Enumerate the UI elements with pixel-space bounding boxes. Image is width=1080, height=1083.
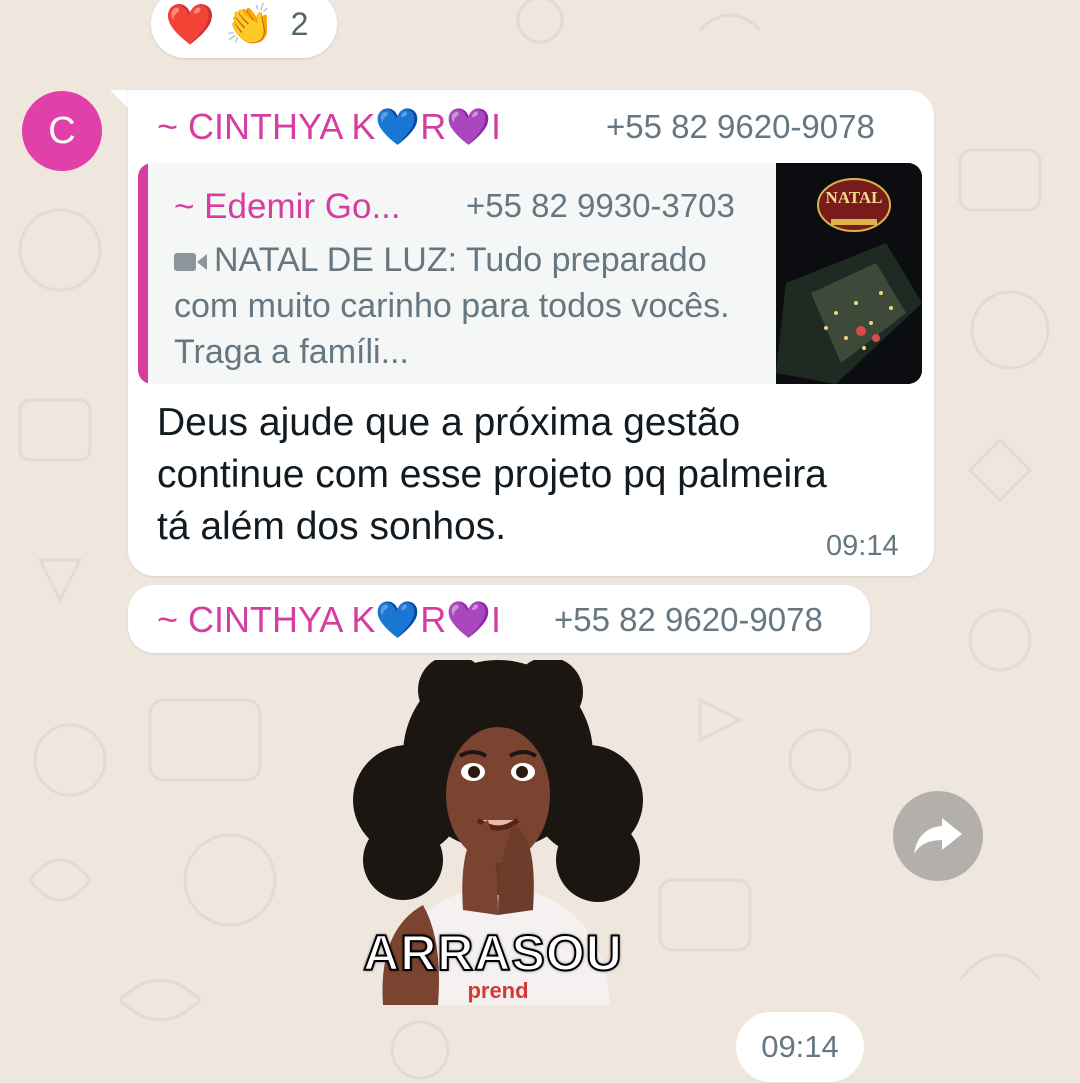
sticker-time: 09:14	[761, 1029, 839, 1064]
quoted-text-block: NATAL DE LUZ: Tudo preparado com muito c…	[174, 237, 764, 375]
sticker-sender-name[interactable]: ~ CINTHYA K💙R💜I	[157, 599, 501, 641]
forward-arrow-icon	[914, 818, 962, 854]
message-text: Deus ajude que a próxima gestão continue…	[157, 401, 827, 548]
avatar-letter: C	[48, 109, 76, 152]
quote-accent-bar	[138, 163, 148, 384]
sender-name[interactable]: ~ CINTHYA K💙R💜I	[157, 106, 501, 148]
quoted-sender-name: ~ Edemir Go...	[174, 187, 401, 226]
sticker-time-pill: 09:14	[736, 1012, 864, 1082]
clapping-hands-icon: 👏	[224, 2, 275, 47]
sender-avatar[interactable]: C	[22, 91, 102, 171]
sender-phone[interactable]: +55 82 9620-9078	[606, 108, 875, 146]
chat-area[interactable]: ❤️ 👏 2 C ~ CINTHYA K💙R💜I +55 82 9620-907…	[0, 0, 1080, 1083]
reaction-count: 2	[290, 5, 309, 42]
sticker-caption: ARRASOU	[362, 924, 623, 982]
quoted-sender-phone: +55 82 9930-3703	[466, 187, 735, 224]
quoted-message[interactable]: ~ Edemir Go... +55 82 9930-3703 NATAL DE…	[138, 163, 922, 384]
video-camera-icon	[174, 253, 207, 272]
quoted-text: NATAL DE LUZ: Tudo preparado com muito c…	[174, 241, 730, 371]
message-time: 09:14	[826, 530, 899, 562]
thumbnail-title: NATAL	[826, 188, 883, 207]
forward-button[interactable]	[893, 791, 983, 881]
message-reactions[interactable]: ❤️ 👏 2	[151, 0, 337, 58]
red-heart-icon: ❤️	[165, 2, 215, 47]
quoted-video-thumbnail[interactable]: NATAL	[776, 163, 922, 384]
sticker-sender-phone[interactable]: +55 82 9620-9078	[554, 601, 823, 639]
